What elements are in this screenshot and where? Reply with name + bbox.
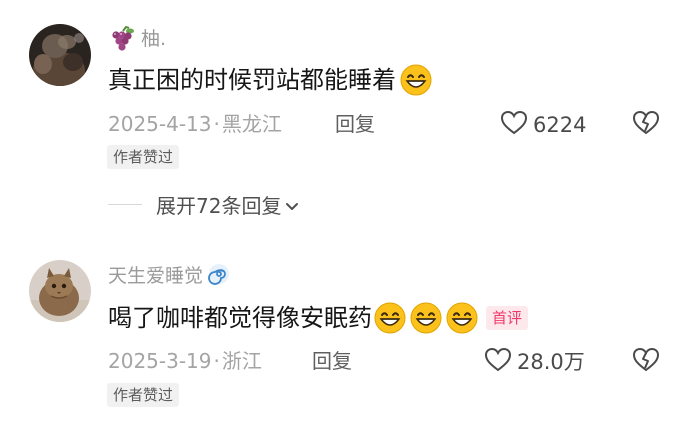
avatar[interactable] [29, 260, 91, 322]
grinning-face-emoji [374, 302, 406, 334]
heart-icon [500, 110, 528, 140]
expand-replies-button[interactable]: 展开72条回复 [156, 190, 299, 219]
expand-replies-label: 展开72条回复 [156, 194, 282, 218]
chevron-down-icon [285, 193, 299, 217]
dislike-heart-icon[interactable] [632, 347, 660, 377]
comment-date: 2025-4-13 [108, 112, 212, 136]
grinning-face-emoji [410, 302, 442, 334]
comment-text: 真正困的时候罚站都能睡着 [108, 66, 396, 94]
grapes-icon [108, 25, 136, 52]
author-liked-badge: 作者赞过 [107, 145, 180, 169]
spiral-icon [207, 262, 231, 290]
grinning-face-emoji [446, 302, 478, 334]
expand-divider-line [108, 204, 142, 205]
dislike-heart-icon[interactable] [632, 110, 660, 140]
like-button[interactable]: 28.0万 [484, 347, 585, 377]
comment-text: 喝了咖啡都觉得像安眠药 [108, 304, 372, 332]
meta-separator: · [213, 349, 220, 373]
username-row: 天生爱睡觉 [108, 262, 231, 290]
reply-button[interactable]: 回复 [335, 111, 375, 137]
avatar[interactable] [29, 24, 91, 86]
reply-button[interactable]: 回复 [312, 348, 352, 374]
like-count: 28.0万 [517, 350, 585, 374]
comment-date: 2025-3-19 [108, 349, 212, 373]
comment-meta: 2025-4-13 · 黑龙江 [108, 111, 282, 137]
expand-replies-row: 展开72条回复 [108, 190, 299, 219]
comment-text-row: 真正困的时候罚站都能睡着 [108, 64, 432, 96]
username[interactable]: 柚. [141, 27, 166, 51]
username[interactable]: 天生爱睡觉 [108, 264, 203, 288]
username-row: 柚. [108, 25, 166, 52]
comment-location: 浙江 [221, 349, 262, 373]
first-comment-badge: 首评 [486, 306, 529, 330]
author-liked-badge: 作者赞过 [107, 383, 180, 407]
comment-text-row: 喝了咖啡都觉得像安眠药 首评 [108, 302, 529, 334]
comment-location: 黑龙江 [221, 112, 282, 136]
heart-icon [484, 347, 512, 377]
grinning-face-emoji [400, 64, 432, 96]
comment-meta: 2025-3-19 · 浙江 [108, 348, 262, 374]
like-count: 6224 [533, 113, 587, 137]
meta-separator: · [213, 112, 220, 136]
like-button[interactable]: 6224 [500, 110, 586, 140]
